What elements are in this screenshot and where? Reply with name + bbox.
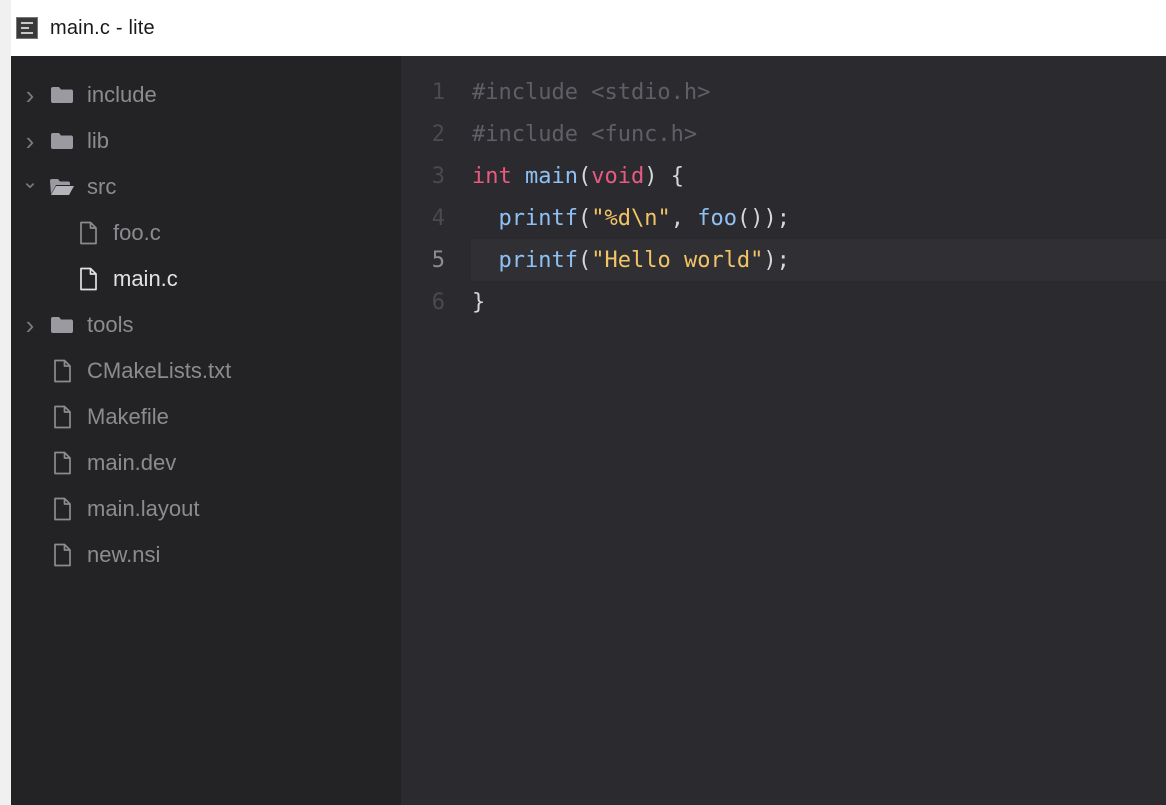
tree-item-label: foo.c <box>113 220 161 245</box>
code-token: ()); <box>736 205 790 231</box>
tree-item-label: main.c <box>113 266 178 291</box>
tree-item-cmakelists-txt[interactable]: ›CMakeLists.txt <box>11 348 401 394</box>
tree-item-foo-c[interactable]: ›foo.c <box>11 210 401 256</box>
folder-icon <box>49 82 75 108</box>
file-icon <box>75 220 101 246</box>
code-token: } <box>472 289 486 315</box>
tree-item-src[interactable]: ⌄ src <box>11 164 401 210</box>
file-tree-sidebar: › include › lib ⌄ src ›foo.c›main.c › tools ›CMak… <box>11 56 401 805</box>
code-text: } <box>472 290 485 315</box>
tree-item-label: main.layout <box>87 496 200 521</box>
code-text: #include <func.h> <box>472 122 697 147</box>
line-number: 5 <box>431 247 445 273</box>
tree-item-label: new.nsi <box>87 542 161 567</box>
code-token: int <box>472 163 512 189</box>
code-text: #include <stdio.h> <box>472 80 710 105</box>
folder-open-icon <box>49 174 75 200</box>
line-number: 4 <box>431 205 445 231</box>
code-line[interactable]: 1 #include <stdio.h> <box>401 71 1166 113</box>
chevron-right-icon[interactable]: › <box>21 310 39 341</box>
tree-item-label: include <box>87 82 157 107</box>
code-token: , <box>670 205 698 231</box>
code-token: ( <box>577 247 592 273</box>
tree-item-main-c[interactable]: ›main.c <box>11 256 401 302</box>
file-icon <box>49 358 75 384</box>
tree-item-makefile[interactable]: ›Makefile <box>11 394 401 440</box>
code-token: printf <box>498 205 578 231</box>
app-window: main.c - lite ›include›lib⌄src›foo.c›mai… <box>0 0 1166 805</box>
code-token: foo <box>697 205 737 231</box>
code-line[interactable]: 6} <box>401 281 1166 323</box>
code-editor[interactable]: 1 #include <stdio.h> 2 #include <func.h> 3 in… <box>401 56 1166 805</box>
line-number: 2 <box>431 121 445 147</box>
code-line[interactable]: 4 printf("%d\n", foo()); <box>401 197 1166 239</box>
tree-item-include[interactable]: › include <box>11 72 401 118</box>
tree-item-label: lib <box>87 128 110 153</box>
code-token: "%d\n" <box>591 205 671 231</box>
tree-item-label: Makefile <box>87 404 169 429</box>
code-token: "Hello world" <box>591 247 764 273</box>
code-token: ( <box>577 205 592 231</box>
chevron-right-icon[interactable]: › <box>21 80 39 111</box>
tree-item-main-dev[interactable]: ›main.dev <box>11 440 401 486</box>
code-token: void <box>591 163 645 189</box>
title-bar: main.c - lite <box>11 0 1166 56</box>
window-title: main.c - lite <box>50 16 155 39</box>
file-icon <box>49 542 75 568</box>
code-line[interactable]: 3 int main(void) { <box>401 155 1166 197</box>
app-icon <box>16 17 38 39</box>
code-token: #include <func.h> <box>472 121 698 147</box>
code-token: ) { <box>644 163 684 189</box>
folder-icon <box>49 312 75 338</box>
tree-item-label: main.dev <box>87 450 177 475</box>
chevron-down-icon[interactable]: ⌄ <box>21 172 39 197</box>
code-text: printf("%d\n", foo()); <box>472 206 790 231</box>
code-token: #include <stdio.h> <box>472 79 711 105</box>
chevron-right-icon[interactable]: › <box>21 126 39 157</box>
code-token: ); <box>763 247 790 273</box>
file-icon <box>75 266 101 292</box>
tree-item-label: tools <box>87 312 134 337</box>
file-icon <box>49 404 75 430</box>
line-number: 6 <box>431 289 445 315</box>
code-token: printf <box>498 247 578 273</box>
line-number: 1 <box>431 79 445 105</box>
tree-item-lib[interactable]: › lib <box>11 118 401 164</box>
code-text: int main(void) { <box>472 164 684 189</box>
tree-item-tools[interactable]: › tools <box>11 302 401 348</box>
code-token: main <box>525 163 578 189</box>
file-icon <box>49 496 75 522</box>
line-number: 3 <box>431 163 445 189</box>
tree-item-label: src <box>87 174 117 199</box>
code-text: printf("Hello world"); <box>472 248 790 273</box>
code-token: ( <box>577 163 592 189</box>
folder-icon <box>49 128 75 154</box>
code-line[interactable]: 5 printf("Hello world"); <box>401 239 1166 281</box>
file-icon <box>49 450 75 476</box>
tree-item-label: CMakeLists.txt <box>87 358 232 383</box>
tree-item-main-layout[interactable]: ›main.layout <box>11 486 401 532</box>
code-line[interactable]: 2 #include <func.h> <box>401 113 1166 155</box>
tree-item-new-nsi[interactable]: ›new.nsi <box>11 532 401 578</box>
